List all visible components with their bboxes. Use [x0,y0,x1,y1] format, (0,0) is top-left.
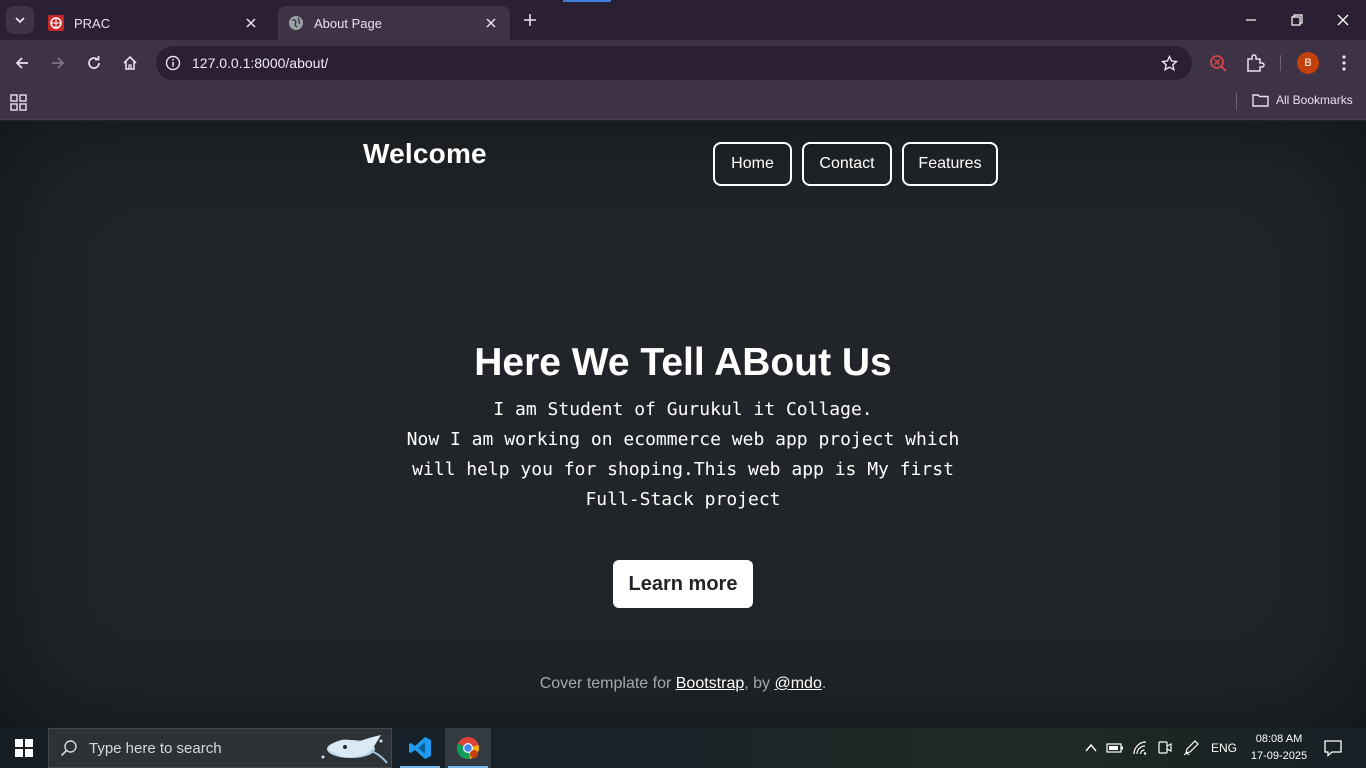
tab-strip: PRAC About Page [0,0,1366,40]
restore-icon [1291,14,1303,26]
nav-features[interactable]: Features [902,142,998,186]
hero-line: Full-Stack project [585,489,781,510]
profile-avatar[interactable]: B [1297,52,1319,74]
clock-date: 17-09-2025 [1250,750,1308,762]
close-window-button[interactable] [1320,0,1366,40]
tab-title: PRAC [74,15,111,31]
learn-more-button[interactable]: Learn more [613,560,753,608]
hero-line: Now I am working on ecommerce web app pr… [406,429,960,450]
tab-about-page[interactable]: About Page [278,6,510,40]
blocked-icon[interactable] [1205,50,1231,76]
chrome-icon [456,737,479,760]
close-icon[interactable] [482,14,500,32]
back-button[interactable] [8,50,36,76]
tab-title: About Page [314,15,382,31]
footer-suffix: . [821,675,827,692]
url-text[interactable]: 127.0.0.1:8000/about/ [192,55,1152,71]
taskbar: Type here to search ENG 08:08 AM 17-09-2… [0,728,1366,768]
close-icon [1337,14,1349,26]
clock-time: 08:08 AM [1255,733,1303,745]
bookmark-star-icon[interactable] [1152,46,1186,80]
tab-prac[interactable]: PRAC [38,6,270,40]
home-icon [123,55,137,70]
tab-strip-indicator [563,0,611,2]
chevron-up-icon [1085,743,1097,752]
notification-center-button[interactable] [1318,728,1348,768]
search-highlight-image [321,735,388,764]
mdo-link[interactable]: @mdo [774,675,821,692]
vscode-taskbar-button[interactable] [397,728,443,768]
toolbar-divider [1280,55,1281,71]
vscode-icon [409,737,431,759]
hero-description: I am Student of Gurukul it Collage. Now … [383,395,983,515]
bookmarks-divider [1236,92,1237,110]
footer-text: Cover template for Bootstrap, by @mdo. [0,675,1366,693]
hero-line: I am Student of Gurukul it Collage. [493,399,873,420]
minimize-button[interactable] [1228,0,1274,40]
wifi-icon[interactable] [1129,728,1151,768]
notification-icon [1324,740,1342,757]
tab-search-button[interactable] [6,6,34,34]
brand-title: Welcome [363,138,487,169]
site-info-icon[interactable] [156,46,190,80]
address-bar[interactable]: 127.0.0.1:8000/about/ [156,46,1192,80]
reload-icon [88,56,100,69]
show-hidden-icons-button[interactable] [1080,728,1102,768]
page-content: Welcome Home Contact Features Here We Te… [0,121,1366,728]
reload-button[interactable] [80,50,108,76]
apps-grid-icon[interactable] [10,94,28,112]
home-button[interactable] [116,50,144,76]
windows-logo-icon [15,739,33,757]
chrome-taskbar-button[interactable] [445,728,491,768]
new-tab-button[interactable] [518,8,542,32]
search-icon [49,739,89,757]
menu-kebab-icon[interactable] [1331,50,1357,76]
meet-now-icon[interactable] [1153,728,1175,768]
hero-title: Here We Tell ABout Us [474,341,892,384]
bookmarks-bar [0,86,1366,120]
nav-contact[interactable]: Contact [802,142,892,186]
folder-icon [1252,94,1269,107]
nav-home[interactable]: Home [713,142,792,186]
arrow-right-icon [52,57,65,69]
clock[interactable]: 08:08 AM 17-09-2025 [1244,731,1314,765]
search-placeholder: Type here to search [89,739,222,757]
pen-icon[interactable] [1180,728,1202,768]
chevron-down-icon [15,17,25,24]
bootstrap-link[interactable]: Bootstrap [676,675,744,692]
prac-favicon [48,15,64,31]
battery-icon[interactable] [1104,728,1126,768]
plus-icon [524,14,536,26]
footer-middle: , by [744,675,775,692]
language-indicator[interactable]: ENG [1207,728,1241,768]
extensions-icon[interactable] [1242,50,1268,76]
start-button[interactable] [0,728,48,768]
footer-prefix: Cover template for [539,675,676,692]
taskbar-search-box[interactable]: Type here to search [48,728,392,768]
forward-button[interactable] [44,50,72,76]
globe-icon [289,16,303,30]
restore-button[interactable] [1274,0,1320,40]
minimize-icon [1246,19,1256,21]
all-bookmarks-button[interactable]: All Bookmarks [1252,90,1353,110]
arrow-left-icon [15,57,28,69]
hero-line: will help you for shoping.This web app i… [412,459,954,480]
close-icon[interactable] [242,14,260,32]
all-bookmarks-label: All Bookmarks [1276,93,1353,107]
